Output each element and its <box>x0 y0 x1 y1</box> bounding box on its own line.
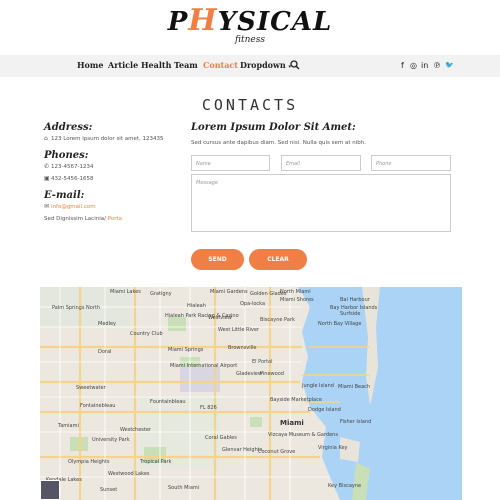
map-label: Pinewood <box>260 371 284 377</box>
map-label: Sweetwater <box>76 385 106 391</box>
instagram-icon[interactable]: ◎ <box>410 61 417 70</box>
map-label: University Park <box>92 437 130 443</box>
map-label: Medley <box>98 321 116 327</box>
map-label: Bal Harbour <box>340 297 370 303</box>
site-logo[interactable]: PHYSICAL fitness <box>0 4 500 54</box>
map-label: Miami Gardens <box>210 289 248 295</box>
page-title: CONTACTS <box>201 96 299 114</box>
linkedin-icon[interactable]: in <box>421 61 428 70</box>
email-heading: E-mail: <box>44 190 85 201</box>
porta-link[interactable]: Porta <box>108 216 122 222</box>
map-label: Miami Lakes <box>110 289 141 295</box>
main-nav: Home Article Health Team Contact Dropdow… <box>0 55 500 77</box>
phone-line-1: ✆ 123-4567-1234 <box>44 161 184 173</box>
address-heading: Address: <box>44 122 93 133</box>
nav-health[interactable]: Health <box>141 60 171 70</box>
map-label: El Portal <box>252 359 273 365</box>
twitter-icon[interactable]: 🐦 <box>445 61 454 69</box>
nav-home[interactable]: Home <box>77 60 103 70</box>
map-label: Miami Shores <box>280 297 314 303</box>
map-label: Dodge Island <box>308 407 341 413</box>
envelope-icon: ✉ <box>44 203 50 210</box>
map-label: South Miami <box>168 485 200 491</box>
home-icon: ⌂ <box>44 135 48 142</box>
extra-line: Sed Dignissim Lacinia/ Porta <box>44 216 123 222</box>
logo-wordmark: PHYSICAL <box>167 3 333 38</box>
map-label: Gladeview <box>236 371 263 377</box>
form-title: Lorem Ipsum Dolor Sit Amet: <box>191 122 356 133</box>
pinterest-icon[interactable]: ℗ <box>433 61 441 70</box>
email-field[interactable]: Email <box>281 155 361 171</box>
map-label: FL 826 <box>200 405 217 411</box>
clear-button[interactable]: CLEAR <box>249 249 307 270</box>
map-label: Opa-locka <box>240 301 266 307</box>
map-label: Coral Gables <box>205 435 237 441</box>
map-label: Vizcaya Museum & Gardens <box>268 432 338 438</box>
map-label: Surfside <box>340 311 361 317</box>
phone-line-2: ▣432-5456-1658 <box>44 173 184 185</box>
map-label: Brownsville <box>228 345 257 351</box>
map-label: Glenvar Heights <box>222 447 263 453</box>
search-icon[interactable] <box>290 60 300 70</box>
map-label: Fontainebleau <box>80 403 116 409</box>
map-label: Fisher Island <box>340 419 372 425</box>
nav-dropdown-label: Dropdown <box>240 60 286 70</box>
nav-dropdown[interactable]: Dropdown ▾ <box>240 60 291 70</box>
nav-team[interactable]: Team <box>174 60 198 70</box>
facebook-icon[interactable]: f <box>401 61 404 70</box>
fax-icon: ▣ <box>44 175 50 182</box>
phones-heading: Phones: <box>44 150 89 161</box>
map-label: Key Biscayne <box>328 483 362 489</box>
map-label: Bay Harbor Islands <box>330 305 378 311</box>
map-label: Tamiami <box>58 423 79 429</box>
map-label: Gratigny <box>150 291 172 297</box>
map-layer-thumbnail[interactable] <box>40 480 60 500</box>
map-label: Westchester <box>120 427 151 433</box>
logo-subtitle: fitness <box>235 35 265 45</box>
map-label: Jungle Island <box>302 383 334 389</box>
contact-info: Address: ⌂ 123 Lorem ipsum dolor sit amet… <box>44 122 184 225</box>
map-label: Olympia Heights <box>68 459 110 465</box>
map[interactable]: Hialeah Miami Gardens Opa-locka Miami Sh… <box>40 287 462 500</box>
map-label: Miami Beach <box>338 384 371 390</box>
message-field[interactable]: Message <box>191 174 451 232</box>
map-label: Coconut Grove <box>258 449 296 455</box>
map-label: Virginia Key <box>318 445 348 451</box>
name-field[interactable]: Name <box>191 155 270 171</box>
map-label: Golden Glades <box>250 291 287 297</box>
map-label: Miami Springs <box>168 347 204 353</box>
address-line: ⌂ 123 Lorem ipsum dolor sit amet, 123435 <box>44 133 184 145</box>
form-description: Sed cursus ante dapibus diam. Sed nisi. … <box>191 140 366 146</box>
map-label: Bayside Marketplace <box>270 397 322 403</box>
nav-article[interactable]: Article <box>108 60 138 70</box>
send-button[interactable]: SEND <box>191 249 244 270</box>
map-label: Doral <box>98 349 112 355</box>
map-label: Westview <box>208 315 232 321</box>
map-label: Miami <box>280 419 304 427</box>
email-link[interactable]: info@gmail.com <box>51 204 96 210</box>
map-label: North Bay Village <box>318 321 362 327</box>
map-label: Fountainbleau <box>150 399 186 405</box>
map-label: Palm Springs North <box>52 305 101 311</box>
map-label: Sunset <box>100 487 118 493</box>
map-label: Country Club <box>130 331 163 337</box>
map-label: Hialeah <box>187 303 206 309</box>
map-canvas <box>40 287 462 500</box>
map-label: West Little River <box>218 327 259 333</box>
map-label: Tropical Park <box>140 459 172 465</box>
logo-accent-letter: H <box>188 3 218 38</box>
nav-contact[interactable]: Contact <box>203 60 238 70</box>
phone-field[interactable]: Phone <box>371 155 451 171</box>
email-line: ✉ info@gmail.com <box>44 201 184 213</box>
phone-icon: ✆ <box>44 163 50 170</box>
map-label: Miami International Airport <box>170 363 238 369</box>
map-label: Westwood Lakes <box>108 471 150 477</box>
map-label: Biscayne Park <box>260 317 295 323</box>
